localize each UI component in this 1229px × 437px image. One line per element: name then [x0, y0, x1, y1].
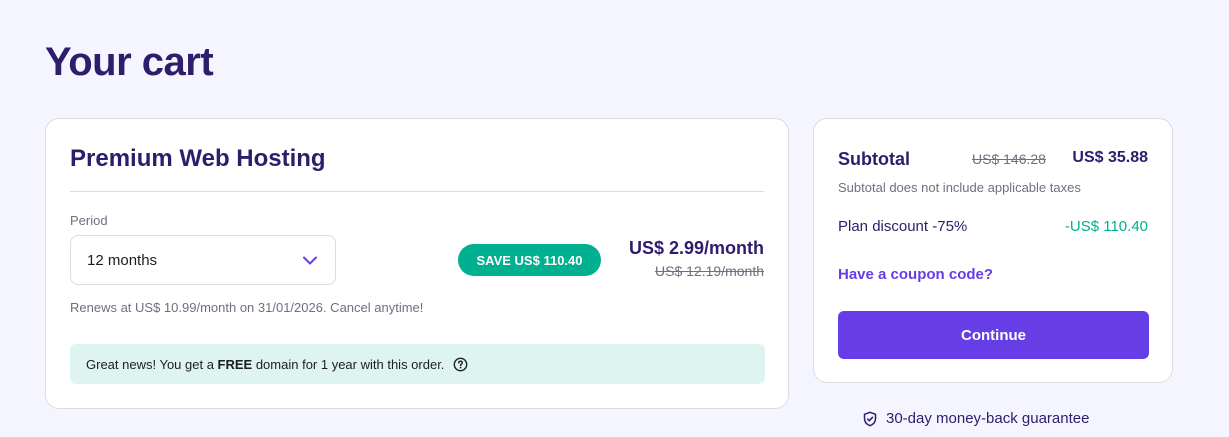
renewal-note: Renews at US$ 10.99/month on 31/01/2026.… — [70, 300, 424, 315]
page-title: Your cart — [45, 40, 214, 84]
product-card: Premium Web Hosting Period 12 months SAV… — [45, 118, 789, 409]
divider — [70, 191, 764, 192]
product-name: Premium Web Hosting — [70, 145, 326, 172]
promo-text-prefix: Great news! You get a — [86, 356, 218, 372]
period-select-value: 12 months — [87, 251, 158, 269]
continue-button[interactable]: Continue — [838, 311, 1149, 359]
tax-note: Subtotal does not include applicable tax… — [838, 180, 1081, 195]
period-label: Period — [70, 213, 108, 228]
promo-text-highlight: FREE — [217, 356, 253, 372]
coupon-code-link[interactable]: Have a coupon code? — [838, 266, 993, 283]
free-domain-banner: Great news! You get a FREE domain for 1 … — [70, 344, 765, 384]
promo-text-suffix: domain for 1 year with this order. — [252, 356, 445, 372]
period-select[interactable]: 12 months — [70, 235, 336, 285]
subtotal-price: US$ 35.88 — [1072, 149, 1148, 166]
money-back-guarantee: 30-day money-back guarantee — [862, 410, 1089, 427]
plan-discount-label: Plan discount -75% — [838, 218, 968, 235]
guarantee-text: 30-day money-back guarantee — [886, 410, 1090, 427]
shield-check-icon — [862, 411, 878, 427]
order-summary-card: Subtotal US$ 146.28 US$ 35.88 Subtotal d… — [813, 118, 1173, 383]
plan-discount-value: -US$ 110.40 — [1064, 218, 1148, 235]
price-per-month: US$ 2.99/month — [628, 238, 764, 258]
save-badge: SAVE US$ 110.40 — [458, 244, 601, 276]
chevron-down-icon — [303, 253, 317, 267]
old-price-per-month: US$ 12.19/month — [655, 263, 764, 279]
subtotal-label: Subtotal — [838, 149, 910, 169]
help-circle-icon[interactable] — [453, 357, 468, 372]
subtotal-old-price: US$ 146.28 — [972, 151, 1046, 167]
